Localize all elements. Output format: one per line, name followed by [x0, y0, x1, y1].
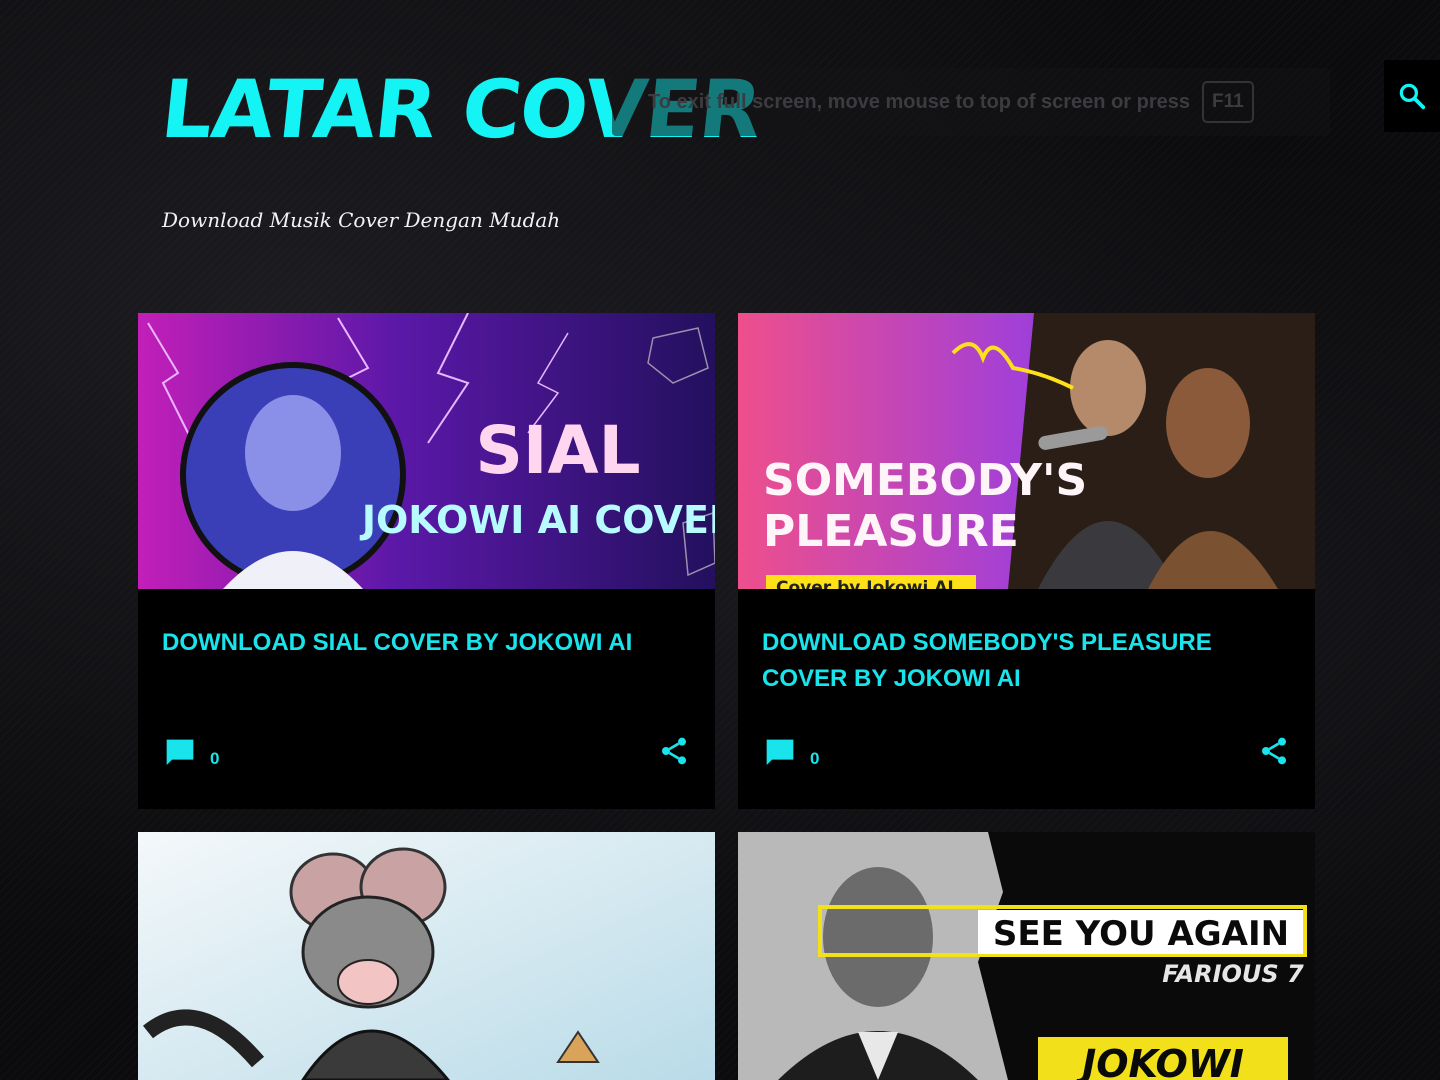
thumb-text: SEE YOU AGAIN [993, 914, 1289, 954]
post-title[interactable]: DOWNLOAD SOMEBODY'S PLEASURE COVER BY JO… [762, 625, 1292, 697]
share-icon [662, 737, 686, 765]
post-thumbnail[interactable]: SOMEBODY'S PLEASURE Cover by Jokowi AI [738, 313, 1315, 589]
comment-link[interactable]: 0 [164, 737, 219, 769]
post-title[interactable]: DOWNLOAD SIAL COVER BY JOKOWI AI [162, 625, 692, 661]
post-card: SOMEBODY'S PLEASURE Cover by Jokowi AI D… [738, 313, 1315, 809]
share-icon [1262, 737, 1286, 765]
share-button[interactable] [1258, 735, 1290, 771]
thumb-text: JOKOWI AI COVER [359, 498, 715, 542]
thumb-text: JOKOWI [1075, 1042, 1244, 1080]
thumb-text: Cover by Jokowi AI [776, 578, 954, 589]
post-card: SIAL JOKOWI AI COVER DOWNLOAD SIAL COVER… [138, 313, 715, 809]
post-card: SEE YOU AGAIN FARIOUS 7 JOKOWI [738, 832, 1315, 1080]
post-thumbnail[interactable]: SEE YOU AGAIN FARIOUS 7 JOKOWI [738, 832, 1315, 1080]
search-button[interactable] [1384, 60, 1440, 132]
comment-count: 0 [210, 749, 220, 768]
search-icon [1399, 83, 1426, 110]
post-thumbnail[interactable] [138, 832, 715, 1080]
comment-icon [166, 739, 194, 765]
blog-description: Download Musik Cover Dengan Mudah [162, 208, 561, 232]
comment-icon [766, 739, 794, 765]
thumb-text: PLEASURE [763, 506, 1019, 557]
post-thumbnail[interactable]: SIAL JOKOWI AI COVER [138, 313, 715, 589]
comment-count: 0 [810, 749, 820, 768]
thumb-text: SOMEBODY'S [763, 455, 1087, 506]
fullscreen-toast-key: F11 [1202, 81, 1254, 123]
fullscreen-toast-message: To exit full screen, move mouse to top o… [648, 90, 1190, 113]
post-card [138, 832, 715, 1080]
thumb-text: SIAL [475, 412, 640, 489]
share-button[interactable] [658, 735, 690, 771]
comment-link[interactable]: 0 [764, 737, 819, 769]
fullscreen-toast: To exit full screen, move mouse to top o… [612, 68, 1330, 136]
thumb-text: FARIOUS 7 [1162, 960, 1304, 988]
